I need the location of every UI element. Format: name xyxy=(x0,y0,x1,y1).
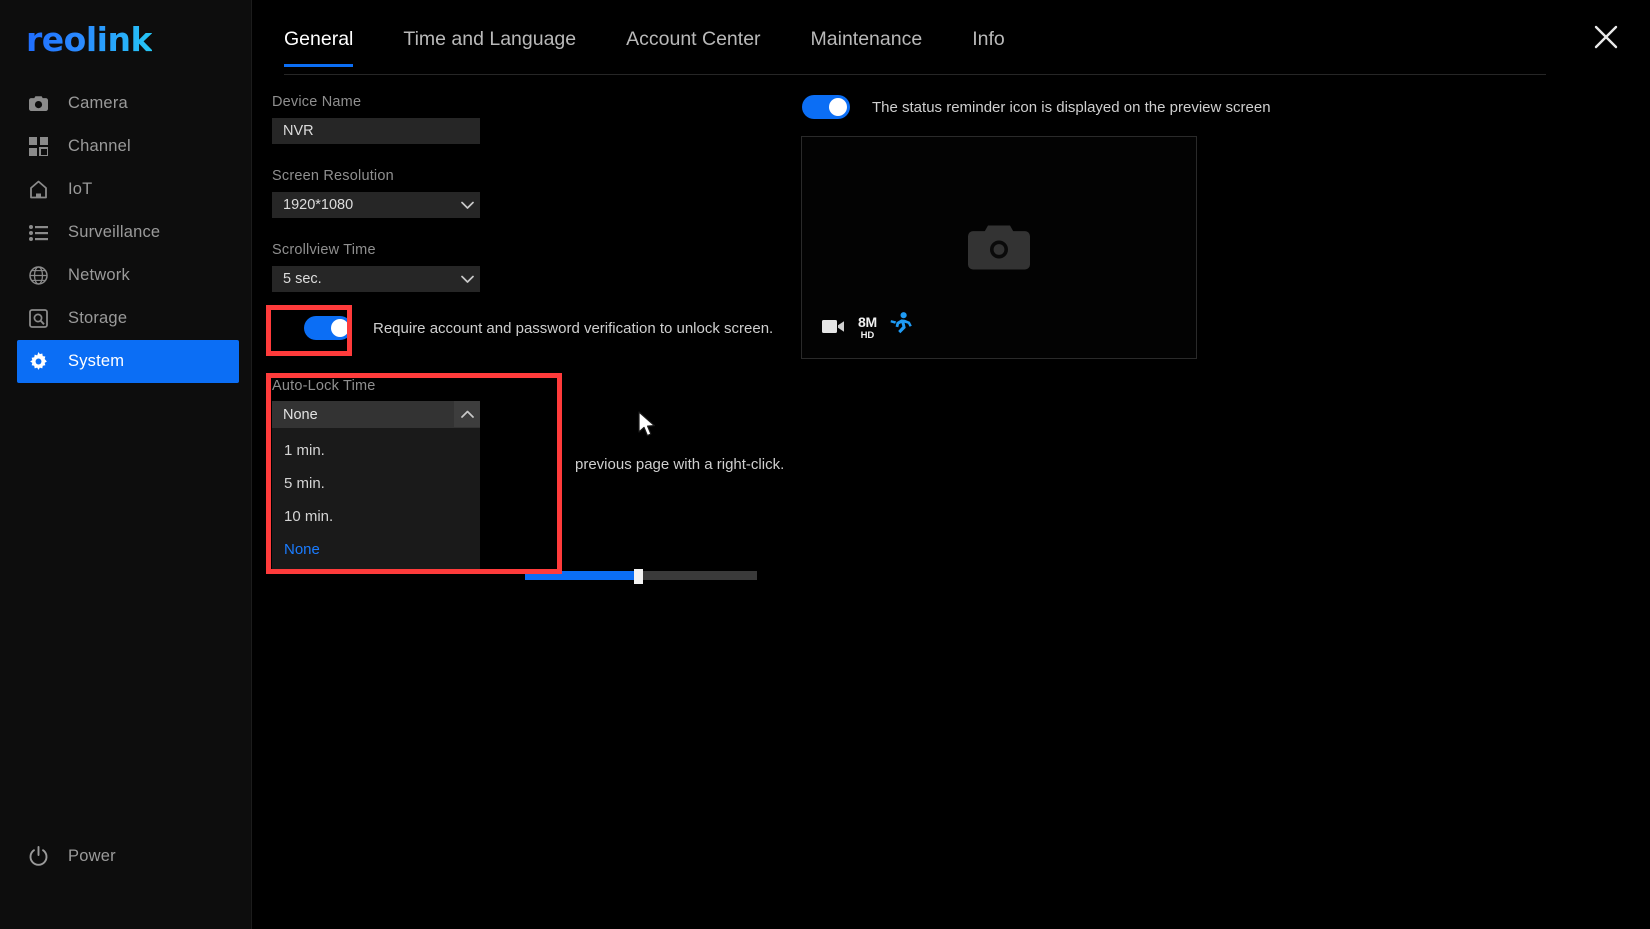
dropdown-option-5min[interactable]: 5 min. xyxy=(272,467,480,500)
video-camera-icon xyxy=(822,318,845,340)
sidebar-item-label: Surveillance xyxy=(68,223,161,241)
status-reminder-toggle[interactable] xyxy=(802,95,850,119)
preview-screen: 8M HD xyxy=(801,136,1197,359)
sidebar-item-camera[interactable]: Camera xyxy=(0,82,252,125)
power-icon xyxy=(26,846,50,867)
scrollview-time-field: Scrollview Time 5 sec. xyxy=(272,242,792,292)
right-click-hint: previous page with a right-click. xyxy=(575,456,785,473)
dropdown-option-10min[interactable]: 10 min. xyxy=(272,500,480,533)
sidebar-item-iot[interactable]: IoT xyxy=(0,168,252,211)
screen-resolution-field: Screen Resolution 1920*1080 xyxy=(272,168,792,218)
scrollbar-handle[interactable] xyxy=(634,569,644,584)
scrollview-time-select[interactable]: 5 sec. xyxy=(272,266,480,292)
toggle-knob xyxy=(331,319,349,337)
close-icon[interactable] xyxy=(1589,20,1623,54)
status-reminder-row: The status reminder icon is displayed on… xyxy=(802,95,1271,119)
tab-maintenance[interactable]: Maintenance xyxy=(811,28,949,67)
sidebar-item-label: Network xyxy=(68,266,130,284)
unlock-verification-label: Require account and password verificatio… xyxy=(373,319,774,337)
auto-lock-time-select[interactable]: None xyxy=(272,401,480,428)
dropdown-option-none[interactable]: None xyxy=(272,533,480,566)
screen-resolution-value: 1920*1080 xyxy=(283,197,354,213)
disk-icon xyxy=(26,308,50,330)
status-reminder-label: The status reminder icon is displayed on… xyxy=(872,98,1271,116)
mouse-cursor xyxy=(638,411,658,444)
auto-lock-time-dropdown: 1 min. 5 min. 10 min. None xyxy=(272,428,480,574)
unlock-verification-toggle[interactable] xyxy=(304,316,352,340)
device-name-label: Device Name xyxy=(272,94,362,110)
settings-window: reolink Camera Channel IoT Surveillance … xyxy=(0,0,1650,929)
dropdown-option-1min[interactable]: 1 min. xyxy=(272,434,480,467)
auto-lock-time-field: Auto-Lock Time None 1 min. 5 min. 10 min… xyxy=(272,378,572,574)
tab-divider xyxy=(284,74,1546,75)
sidebar-item-system[interactable]: System xyxy=(17,340,239,383)
tab-general[interactable]: General xyxy=(284,28,379,67)
sidebar-item-label: Storage xyxy=(68,309,128,327)
toggle-knob xyxy=(829,98,847,116)
chevron-down-icon xyxy=(454,192,480,218)
sidebar-item-power[interactable]: Power xyxy=(26,846,116,867)
scrollview-time-value: 5 sec. xyxy=(283,271,322,287)
scrollbar-fill xyxy=(525,571,639,580)
unlock-verification-row: Require account and password verificatio… xyxy=(272,316,773,340)
device-name-input[interactable]: NVR xyxy=(272,118,480,144)
sidebar-item-label: IoT xyxy=(68,180,93,198)
scrollview-time-label: Scrollview Time xyxy=(272,242,376,258)
preview-status-badges: 8M HD xyxy=(822,312,912,340)
list-icon xyxy=(26,222,50,244)
home-icon xyxy=(26,179,50,201)
grid-icon xyxy=(26,136,50,158)
chevron-down-icon xyxy=(454,266,480,292)
camera-placeholder-icon xyxy=(968,220,1030,275)
main-content: General Time and Language Account Center… xyxy=(252,0,1650,929)
auto-lock-time-label: Auto-Lock Time xyxy=(272,378,376,394)
power-label: Power xyxy=(68,847,116,865)
resolution-badge-sub: HD xyxy=(860,329,875,341)
sidebar-item-label: Camera xyxy=(68,94,128,112)
screen-resolution-select[interactable]: 1920*1080 xyxy=(272,192,480,218)
sidebar-item-surveillance[interactable]: Surveillance xyxy=(0,211,252,254)
tab-account-center[interactable]: Account Center xyxy=(626,28,786,67)
camera-icon xyxy=(26,93,50,115)
globe-icon xyxy=(26,265,50,287)
chevron-up-icon xyxy=(454,401,480,427)
tab-info[interactable]: Info xyxy=(972,28,1031,67)
auto-lock-time-value: None xyxy=(283,406,318,423)
horizontal-scrollbar[interactable] xyxy=(525,569,757,584)
sidebar: reolink Camera Channel IoT Surveillance … xyxy=(0,0,252,929)
general-settings-form: Device Name NVR Screen Resolution 1920*1… xyxy=(272,94,792,292)
resolution-badge-main: 8M xyxy=(858,313,877,330)
person-running-icon xyxy=(890,312,912,340)
reolink-logo: reolink xyxy=(26,20,152,59)
device-name-field: Device Name NVR xyxy=(272,94,792,144)
resolution-badge: 8M HD xyxy=(858,315,877,341)
gear-icon xyxy=(26,351,50,373)
sidebar-nav: Camera Channel IoT Surveillance Network … xyxy=(0,82,252,383)
sidebar-item-channel[interactable]: Channel xyxy=(0,125,252,168)
sidebar-item-label: System xyxy=(68,352,125,370)
screen-resolution-label: Screen Resolution xyxy=(272,168,394,184)
sidebar-item-label: Channel xyxy=(68,137,131,155)
sidebar-item-network[interactable]: Network xyxy=(0,254,252,297)
tab-bar: General Time and Language Account Center… xyxy=(284,28,1055,67)
sidebar-item-storage[interactable]: Storage xyxy=(0,297,252,340)
tab-time-and-language[interactable]: Time and Language xyxy=(403,28,602,67)
